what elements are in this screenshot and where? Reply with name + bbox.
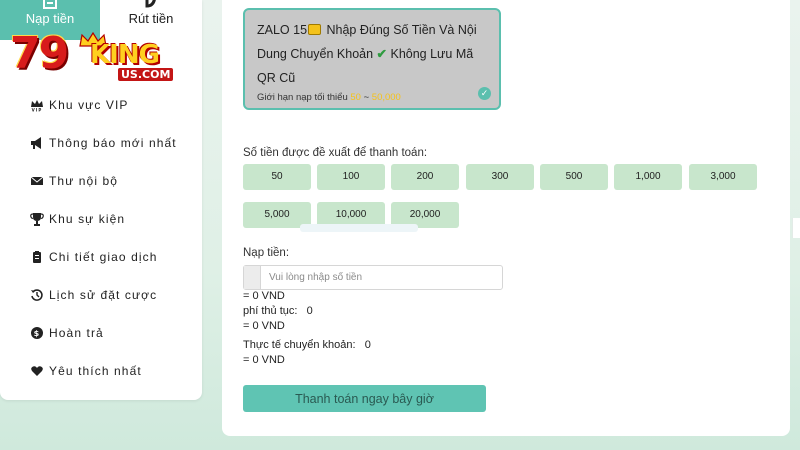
sidebar-item-transactions[interactable]: Chi tiết giao dịch <box>30 238 200 276</box>
faint-overlay <box>300 224 418 232</box>
trophy-icon <box>30 212 44 226</box>
withdraw-icon <box>100 0 202 10</box>
logo-number: 79 <box>10 28 69 79</box>
method-title-part: QR Cũ <box>257 71 296 85</box>
sidebar-item-label: Chi tiết giao dịch <box>49 250 158 264</box>
sidebar-item-vip[interactable]: VIP Khu vực VIP <box>30 86 200 124</box>
amount-field <box>243 265 503 290</box>
fee-line: phí thủ tục: 0 <box>243 305 313 317</box>
logo-domain: US.COM <box>118 68 174 81</box>
method-title-part: Dung Chuyển Khoản <box>257 47 377 61</box>
logo-brand: KING <box>90 40 160 70</box>
sidebar-item-label: Lịch sử đặt cược <box>49 288 158 302</box>
amount-option-500[interactable]: 500 <box>540 164 608 190</box>
deposit-icon <box>0 0 100 10</box>
fee-vnd: = 0 VND <box>243 320 285 332</box>
sidebar-item-label: Khu vực VIP <box>49 98 129 112</box>
actual-value: 0 <box>364 339 371 351</box>
deposit-limit: Giới hạn nạp tối thiểu 50 ~ 50,000 <box>257 92 487 103</box>
sidebar-item-label: Yêu thích nhất <box>49 364 142 378</box>
amount-option-50[interactable]: 50 <box>243 164 311 190</box>
sidebar-menu: VIP Khu vực VIP Thông báo mới nhất Thư n… <box>30 86 200 390</box>
amount-option-100[interactable]: 100 <box>317 164 385 190</box>
sidebar-item-label: Hoàn trả <box>49 326 104 340</box>
sidebar-item-rebate[interactable]: $ Hoàn trả <box>30 314 200 352</box>
actual-transfer-line: Thực tế chuyển khoản: 0 <box>243 339 371 351</box>
limit-min: 50 <box>350 92 361 103</box>
payment-method-card[interactable]: ZALO 15 Nhập Đúng Số Tiền Và Nội Dung Ch… <box>243 8 501 110</box>
envelope-icon <box>30 174 44 188</box>
sidebar-item-favorites[interactable]: Yêu thích nhất <box>30 352 200 390</box>
method-title-part: Không Lưu Mã <box>387 47 474 61</box>
brand-logo: 79 KING US.COM <box>10 30 185 84</box>
sidebar-item-inbox[interactable]: Thư nội bộ <box>30 162 200 200</box>
history-icon <box>30 288 44 302</box>
actual-vnd: = 0 VND <box>243 354 285 366</box>
amount-option-1000[interactable]: 1,000 <box>614 164 682 190</box>
selected-check-icon: ✓ <box>478 87 491 100</box>
pay-now-button[interactable]: Thanh toán ngay bây giờ <box>243 385 486 412</box>
clipboard-icon <box>30 250 44 264</box>
fee-value: 0 <box>306 305 313 317</box>
deposit-amount-label: Nạp tiền: <box>243 247 290 259</box>
limit-separator: ~ <box>360 92 372 103</box>
method-title-part: Nhập Đúng Số Tiền Và Nội <box>323 23 477 37</box>
sidebar-item-bet-history[interactable]: Lịch sử đặt cược <box>30 276 200 314</box>
checkmark-icon: ✔ <box>376 47 388 61</box>
suggested-amounts-label: Số tiền được đề xuất để thanh toán: <box>243 147 428 159</box>
method-title-part: ZALO 15 <box>257 23 308 37</box>
sidebar-item-news[interactable]: Thông báo mới nhất <box>30 124 200 162</box>
svg-text:$: $ <box>34 329 41 338</box>
dollar-circle-icon: $ <box>30 326 44 340</box>
amount-vnd: = 0 VND <box>243 290 285 302</box>
vip-crown-icon: VIP <box>30 98 44 112</box>
amount-option-300[interactable]: 300 <box>466 164 534 190</box>
sidebar-item-label: Thông báo mới nhất <box>49 136 177 150</box>
megaphone-icon <box>30 136 44 150</box>
tab-deposit-label: Nạp tiền <box>25 11 75 26</box>
payment-method-title: ZALO 15 Nhập Đúng Số Tiền Và Nội Dung Ch… <box>257 18 487 90</box>
fee-label: phí thủ tục: <box>243 305 298 317</box>
amount-option-200[interactable]: 200 <box>391 164 459 190</box>
tab-withdraw-label: Rút tiền <box>128 11 174 26</box>
scroll-edge <box>792 218 800 238</box>
sidebar-item-label: Khu sự kiện <box>49 212 126 226</box>
actual-label: Thực tế chuyển khoản: <box>243 339 356 351</box>
limit-max: 50,000 <box>371 92 401 103</box>
amount-option-3000[interactable]: 3,000 <box>689 164 757 190</box>
emoji-icon <box>308 24 322 35</box>
heart-icon <box>30 364 44 378</box>
limit-label: Giới hạn nạp tối thiểu <box>257 92 351 103</box>
svg-text:VIP: VIP <box>32 108 43 113</box>
sidebar: Nạp tiền Rút tiền 79 KING US.COM VIP Khu… <box>0 0 202 400</box>
amount-input[interactable] <box>261 266 502 289</box>
sidebar-item-label: Thư nội bộ <box>49 174 119 188</box>
sidebar-item-events[interactable]: Khu sự kiện <box>30 200 200 238</box>
field-prefix <box>244 266 261 289</box>
